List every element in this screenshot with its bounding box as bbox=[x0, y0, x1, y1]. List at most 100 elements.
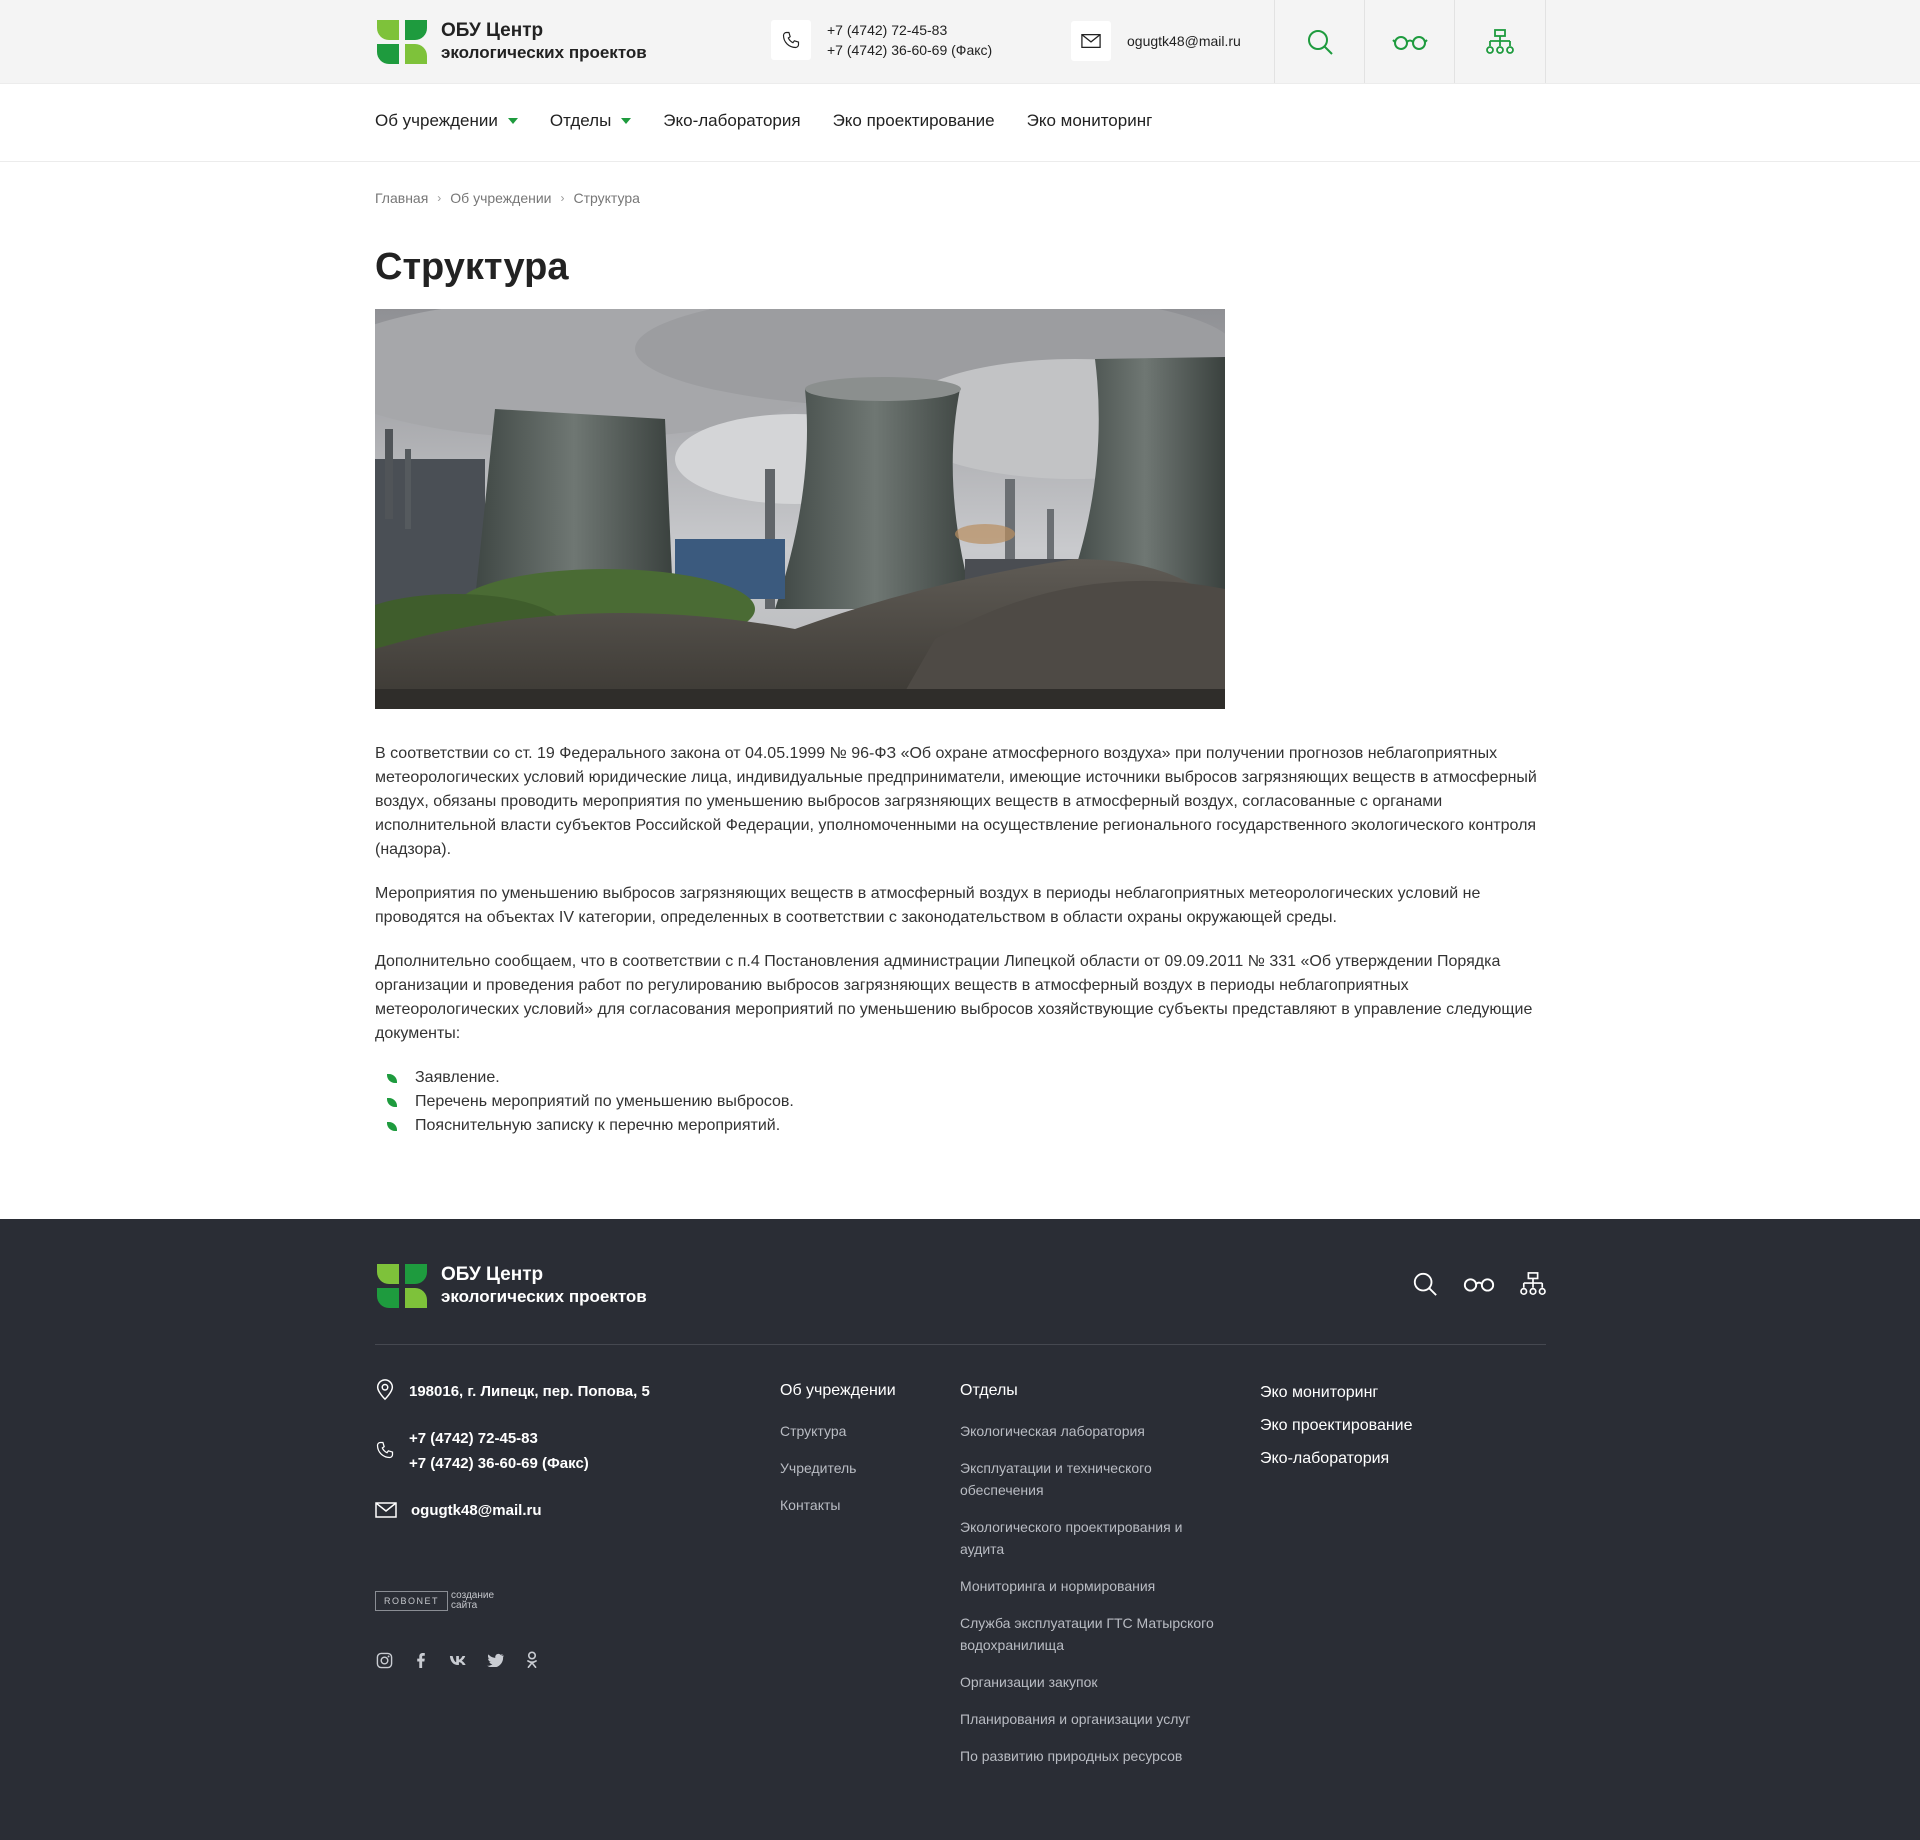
footer-link-dept-4[interactable]: Мониторинга и нормирования bbox=[960, 1575, 1230, 1597]
phone-icon bbox=[771, 20, 811, 60]
footer-col-departments-head[interactable]: Отделы bbox=[960, 1382, 1230, 1400]
top-bar: ОБУ Центр экологических проектов +7 (474… bbox=[0, 0, 1920, 84]
header-email-link[interactable]: ogugtk48@mail.ru bbox=[1127, 31, 1241, 51]
footer-link-dept-7[interactable]: Планирования и организации услуг bbox=[960, 1708, 1230, 1730]
article-paragraph-3: Дополнительно сообщаем, что в соответств… bbox=[375, 953, 1533, 1042]
search-icon bbox=[1308, 29, 1333, 55]
footer-link-dept-5[interactable]: Служба эксплуатации ГТС Матырского водох… bbox=[960, 1612, 1230, 1656]
sitemap-button[interactable] bbox=[1454, 0, 1546, 83]
developer-badge[interactable]: ROBONET создание сайта bbox=[375, 1591, 494, 1611]
footer-sitemap-button[interactable] bbox=[1520, 1272, 1546, 1301]
nav-item-eco-monitoring[interactable]: Эко мониторинг bbox=[1027, 111, 1153, 131]
odnoklassniki-icon[interactable] bbox=[523, 1651, 541, 1669]
footer-phone-1[interactable]: +7 (4742) 72-45-83 bbox=[409, 1426, 589, 1451]
robonet-caption-line-2: сайта bbox=[451, 1600, 478, 1611]
robonet-badge: ROBONET bbox=[375, 1591, 449, 1611]
leaf-bullet-icon bbox=[387, 1097, 397, 1107]
footer-phones: +7 (4742) 72-45-83 +7 (4742) 36-60-69 (Ф… bbox=[375, 1426, 589, 1476]
footer-address-text: 198016, г. Липецк, пер. Попова, 5 bbox=[409, 1383, 650, 1400]
footer-logo-line-2: экологических проектов bbox=[441, 1287, 647, 1306]
footer-search-button[interactable] bbox=[1412, 1271, 1438, 1302]
sitemap-icon bbox=[1520, 1272, 1546, 1295]
leaf-bullet-icon bbox=[387, 1073, 397, 1083]
nav-label: Эко мониторинг bbox=[1026, 111, 1153, 130]
nav-label: Эко-лаборатория bbox=[663, 111, 801, 130]
logo-line-2: экологических проектов bbox=[441, 43, 647, 62]
logo-leaf-icon bbox=[377, 20, 427, 64]
breadcrumb: Главная › Об учреждении › Структура bbox=[375, 190, 640, 206]
footer-logo[interactable]: ОБУ Центр экологических проектов bbox=[375, 1262, 647, 1310]
sitemap-icon bbox=[1486, 28, 1514, 54]
footer-link-dept-8[interactable]: По развитию природных ресурсов bbox=[960, 1745, 1230, 1767]
footer-link-founder[interactable]: Учредитель bbox=[780, 1457, 896, 1479]
facebook-icon[interactable] bbox=[412, 1651, 430, 1669]
list-item-text: Заявление. bbox=[415, 1069, 500, 1086]
footer-link-contacts[interactable]: Контакты bbox=[780, 1494, 896, 1516]
chevron-right-icon: › bbox=[560, 191, 565, 205]
instagram-icon[interactable] bbox=[375, 1651, 393, 1669]
footer-link-eco-design[interactable]: Эко проектирование bbox=[1260, 1415, 1413, 1437]
header-phone-1[interactable]: +7 (4742) 72-45-83 bbox=[827, 20, 992, 40]
footer-col-about-head[interactable]: Об учреждении bbox=[780, 1382, 896, 1400]
glasses-icon bbox=[1463, 1278, 1495, 1292]
accessibility-button[interactable] bbox=[1364, 0, 1455, 83]
article-paragraph-2: Мероприятия по уменьшению выбросов загря… bbox=[375, 885, 1481, 926]
nav-item-about[interactable]: Об учреждении bbox=[375, 111, 518, 131]
vk-icon[interactable] bbox=[449, 1651, 467, 1669]
article-paragraph-1: В соответствии со ст. 19 Федерального за… bbox=[375, 745, 1537, 858]
list-item: Заявление. bbox=[387, 1066, 1546, 1090]
search-icon bbox=[1413, 1272, 1437, 1296]
footer-logo-text: ОБУ Центр экологических проектов bbox=[441, 1264, 647, 1308]
footer-email: ogugtk48@mail.ru bbox=[375, 1498, 541, 1523]
list-item-text: Перечень мероприятий по уменьшению выбро… bbox=[415, 1093, 794, 1110]
footer-link-dept-6[interactable]: Организации закупок bbox=[960, 1671, 1230, 1693]
main-nav: Об учреждении Отделы Эко-лаборатория Эко… bbox=[375, 111, 1184, 131]
site-footer: ОБУ Центр экологических проектов 198016,… bbox=[0, 1219, 1920, 1840]
footer-col-main: Эко мониторинг Эко проектирование Эко-ла… bbox=[1260, 1382, 1413, 1481]
main-navigation-bar: Об учреждении Отделы Эко-лаборатория Эко… bbox=[0, 84, 1920, 162]
breadcrumb-about[interactable]: Об учреждении bbox=[450, 190, 551, 206]
mail-icon bbox=[1071, 21, 1111, 61]
footer-phone-2[interactable]: +7 (4742) 36-60-69 (Факс) bbox=[409, 1451, 589, 1476]
mail-icon bbox=[375, 1502, 397, 1518]
nav-item-eco-lab[interactable]: Эко-лаборатория bbox=[663, 111, 800, 131]
footer-accessibility-button[interactable] bbox=[1462, 1276, 1496, 1297]
page-title: Структура bbox=[375, 246, 569, 288]
header-email: ogugtk48@mail.ru bbox=[1071, 21, 1241, 61]
documents-list: Заявление. Перечень мероприятий по умень… bbox=[375, 1066, 1546, 1138]
logo-leaf-icon bbox=[377, 1264, 427, 1308]
breadcrumb-home[interactable]: Главная bbox=[375, 190, 428, 206]
nav-item-eco-design[interactable]: Эко проектирование bbox=[833, 111, 995, 131]
nav-label: Об учреждении bbox=[375, 111, 498, 130]
list-item-text: Пояснительную записку к перечню мероприя… bbox=[415, 1117, 781, 1134]
glasses-icon bbox=[1392, 35, 1428, 50]
header-phone-2[interactable]: +7 (4742) 36-60-69 (Факс) bbox=[827, 40, 992, 60]
social-links bbox=[375, 1651, 541, 1669]
footer-email-link[interactable]: ogugtk48@mail.ru bbox=[411, 1498, 541, 1523]
twitter-icon[interactable] bbox=[486, 1651, 504, 1669]
footer-link-eco-monitoring[interactable]: Эко мониторинг bbox=[1260, 1382, 1413, 1404]
header-phones: +7 (4742) 72-45-83 +7 (4742) 36-60-69 (Ф… bbox=[771, 20, 992, 60]
article-body: В соответствии со ст. 19 Федерального за… bbox=[375, 742, 1546, 1138]
robonet-caption: создание сайта bbox=[451, 1591, 494, 1611]
footer-link-dept-3[interactable]: Экологического проектирования и аудита bbox=[960, 1516, 1230, 1560]
logo-text: ОБУ Центр экологических проектов bbox=[441, 20, 647, 64]
phone-icon bbox=[376, 1441, 394, 1459]
footer-link-structure[interactable]: Структура bbox=[780, 1420, 896, 1442]
hero-image-cooling-towers bbox=[375, 309, 1225, 709]
list-item: Пояснительную записку к перечню мероприя… bbox=[387, 1114, 1546, 1138]
chevron-right-icon: › bbox=[437, 191, 442, 205]
nav-item-departments[interactable]: Отделы bbox=[550, 111, 632, 131]
logo-line-1: ОБУ Центр bbox=[441, 20, 544, 41]
search-button[interactable] bbox=[1274, 0, 1365, 83]
footer-link-dept-2[interactable]: Эксплуатации и технического обеспечения bbox=[960, 1457, 1230, 1501]
site-logo[interactable]: ОБУ Центр экологических проектов bbox=[375, 18, 647, 66]
list-item: Перечень мероприятий по уменьшению выбро… bbox=[387, 1090, 1546, 1114]
caret-down-icon bbox=[621, 118, 632, 124]
footer-link-eco-lab[interactable]: Эко-лаборатория bbox=[1260, 1448, 1413, 1470]
footer-tools bbox=[1412, 1271, 1546, 1302]
footer-divider bbox=[375, 1344, 1546, 1345]
footer-link-dept-1[interactable]: Экологическая лаборатория bbox=[960, 1420, 1230, 1442]
footer-col-about: Об учреждении Структура Учредитель Конта… bbox=[780, 1382, 896, 1531]
footer-address: 198016, г. Липецк, пер. Попова, 5 bbox=[375, 1379, 650, 1404]
